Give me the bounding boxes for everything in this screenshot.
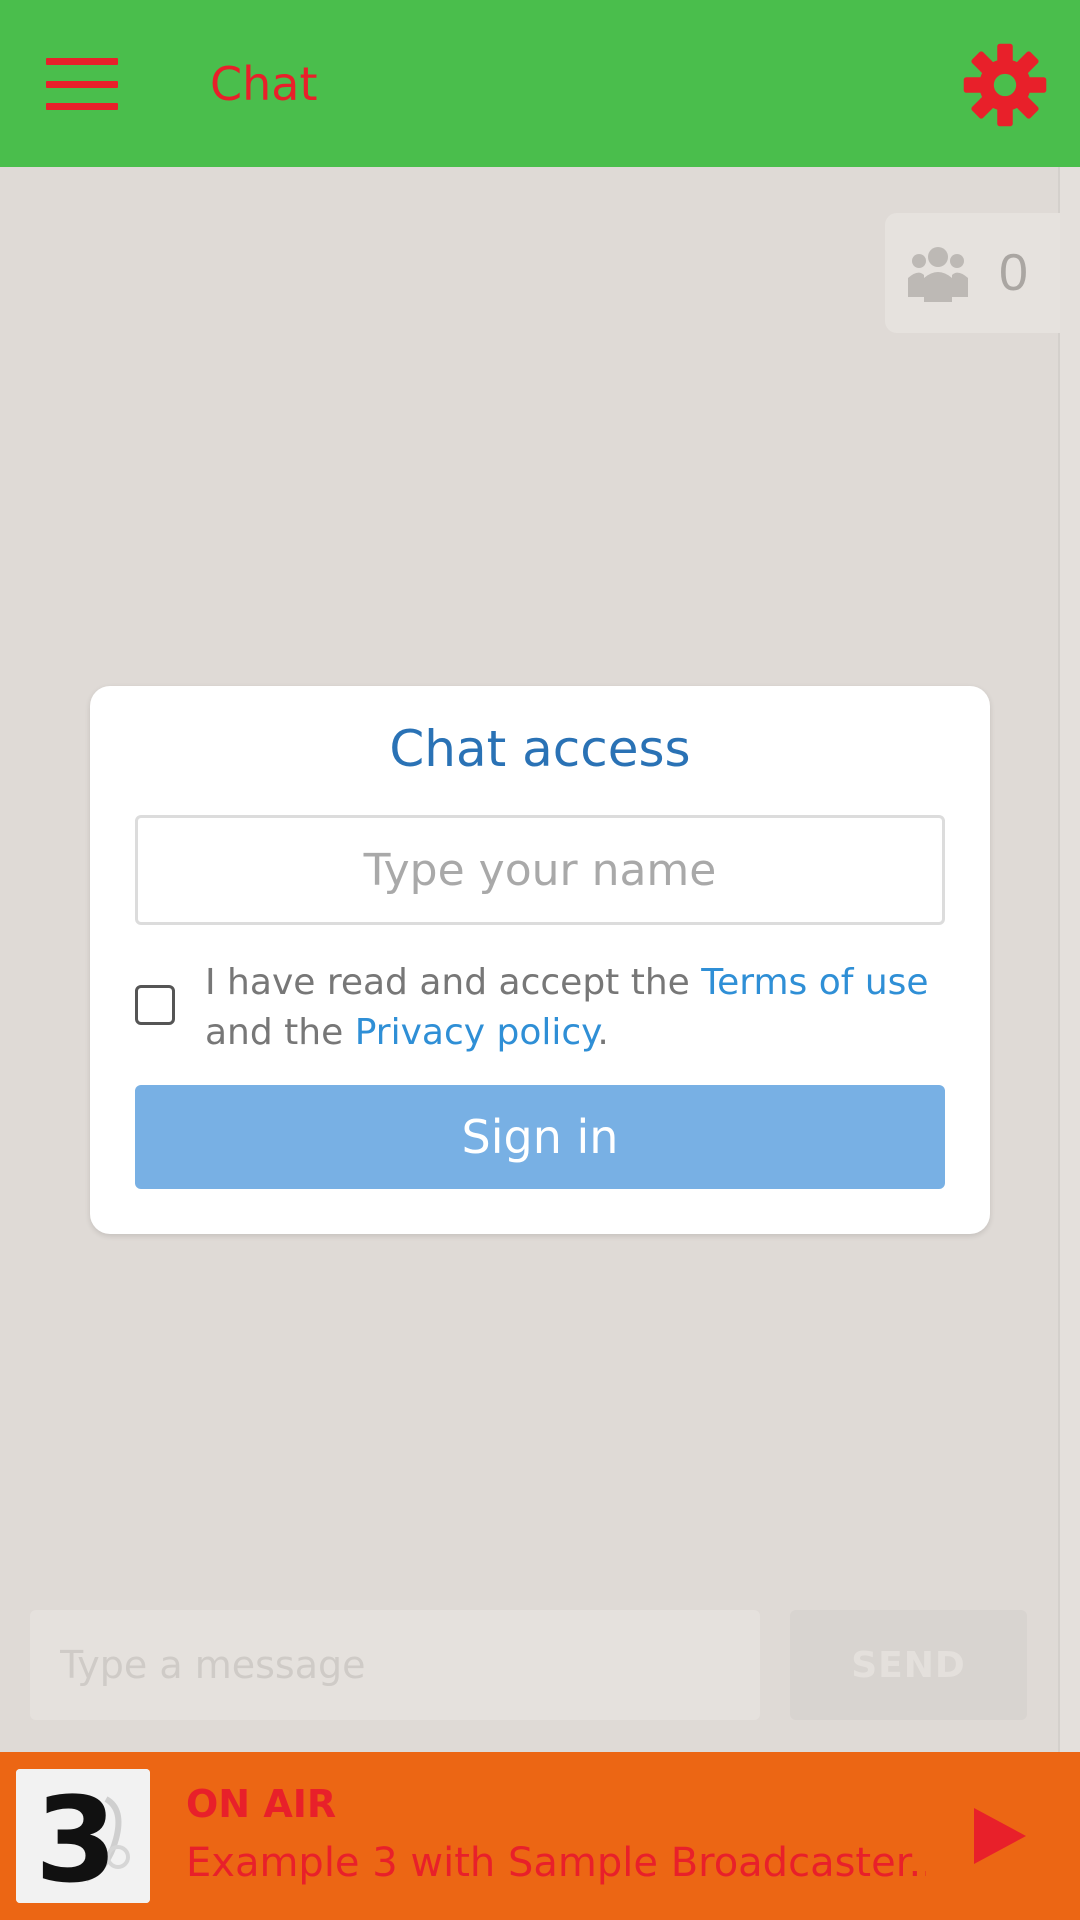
radio-player-bar: 3 ON AIR Example 3 with Sample Broadcast… (0, 1752, 1080, 1920)
terms-text: I have read and accept the Terms of use … (205, 958, 955, 1058)
on-air-label: ON AIR (186, 1782, 337, 1826)
online-users-count: 0 (999, 244, 1028, 302)
app-header: Chat (0, 0, 1080, 167)
now-playing-text: Example 3 with Sample Broadcaster.. (186, 1840, 926, 1886)
terms-middle-text: and the (205, 1012, 355, 1053)
privacy-policy-link[interactable]: Privacy policy (355, 1012, 598, 1053)
play-icon[interactable] (970, 1804, 1030, 1868)
chat-access-dialog: Chat access I have read and accept the T… (90, 686, 990, 1234)
dialog-title: Chat access (389, 720, 691, 778)
station-logo-icon: 3 (16, 1769, 150, 1903)
name-input[interactable] (135, 815, 945, 925)
station-cover-image: 3 (16, 1769, 150, 1903)
sign-in-button[interactable]: Sign in (135, 1085, 945, 1189)
online-users-counter[interactable]: 0 (885, 213, 1060, 333)
terms-of-use-link[interactable]: Terms of use (701, 962, 928, 1003)
scrollbar[interactable] (1058, 167, 1080, 1752)
page-title: Chat (210, 57, 318, 111)
gear-icon[interactable] (962, 42, 1048, 128)
terms-prefix-text: I have read and accept the (205, 962, 702, 1003)
terms-suffix-text: . (597, 1012, 609, 1053)
send-button[interactable]: SEND (790, 1610, 1027, 1720)
users-group-icon (908, 247, 968, 302)
cover-label: 3 (35, 1771, 117, 1903)
hamburger-menu-icon[interactable] (46, 58, 118, 110)
message-input[interactable] (30, 1610, 760, 1720)
terms-checkbox[interactable] (135, 985, 175, 1025)
